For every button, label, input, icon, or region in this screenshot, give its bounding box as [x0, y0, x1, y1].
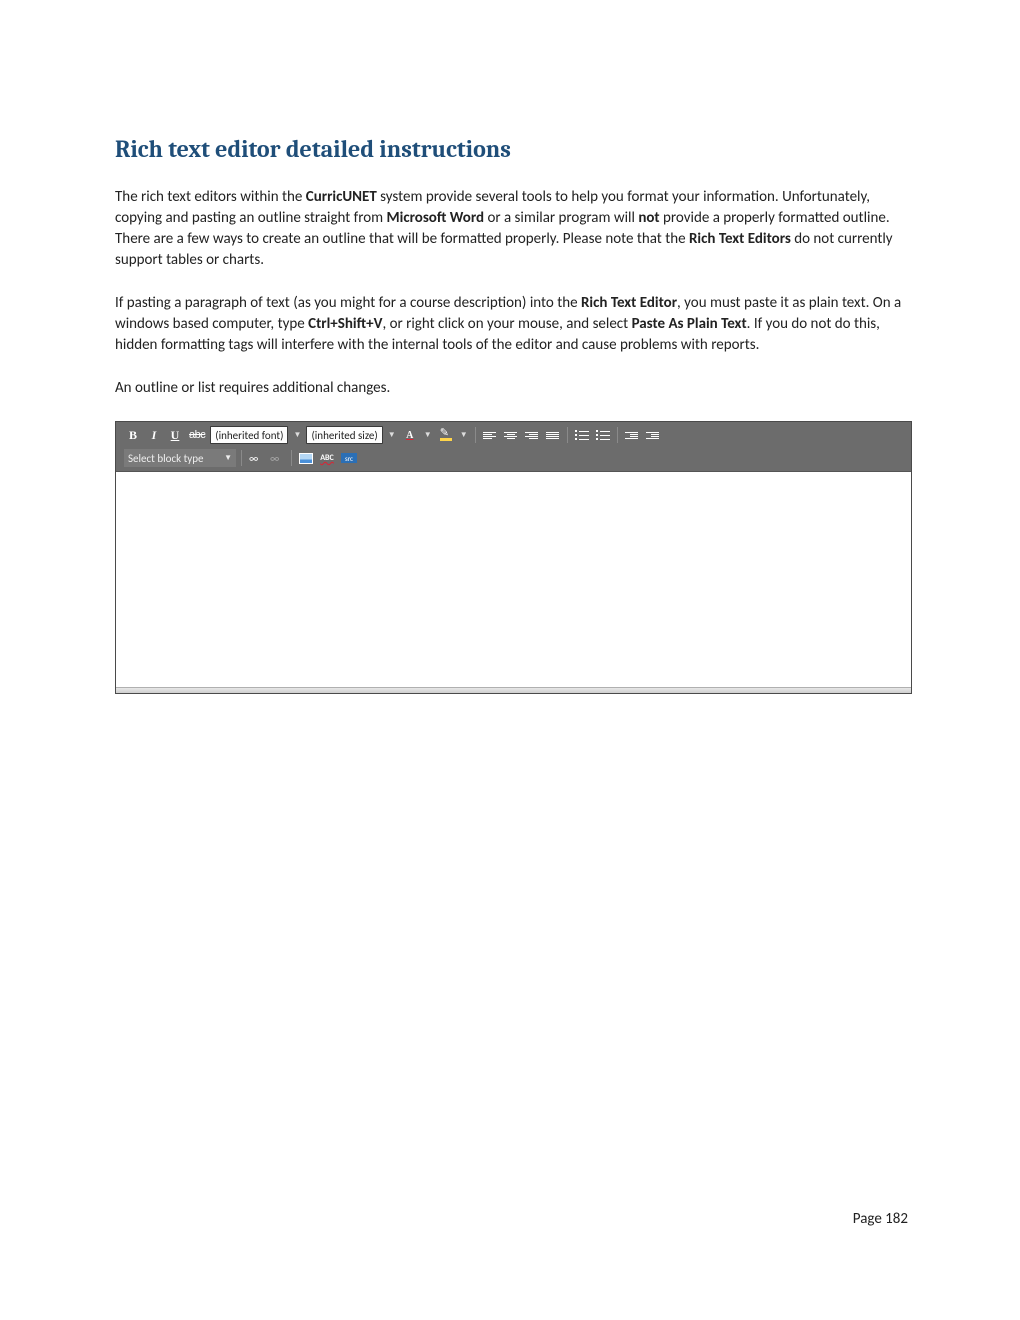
bold-not: not [638, 209, 659, 227]
font-family-select[interactable]: (inherited font) [210, 426, 288, 444]
highlight-icon [440, 429, 452, 441]
ordered-list-icon [596, 430, 610, 440]
page-title: Rich text editor detailed instructions [115, 135, 912, 163]
separator [241, 450, 242, 466]
intro-paragraph-1: The rich text editors within the CurricU… [115, 187, 912, 271]
text: If pasting a paragraph of text (as you m… [115, 294, 581, 312]
unlink-button[interactable] [268, 449, 286, 467]
text-color-dropdown-icon[interactable]: ▼ [422, 426, 434, 444]
outdent-button[interactable] [623, 426, 641, 444]
bold-paste-as-plain-text: Paste As Plain Text [632, 315, 747, 333]
text-color-icon: A [406, 430, 413, 441]
align-right-button[interactable] [523, 426, 541, 444]
font-size-select[interactable]: (inherited size) [306, 426, 382, 444]
bold-rich-text-editors: Rich Text Editors [689, 230, 791, 248]
intro-paragraph-3: An outline or list requires additional c… [115, 378, 912, 399]
bold-microsoft-word: Microsoft Word [387, 209, 485, 227]
align-left-icon [483, 432, 496, 439]
italic-button[interactable]: I [145, 426, 163, 444]
spellcheck-icon: ABC [320, 453, 334, 463]
text: The rich text editors within the [115, 188, 306, 206]
bold-ctrl-shift-v: Ctrl+Shift+V [308, 315, 382, 333]
image-icon [299, 453, 313, 464]
chevron-down-icon: ▼ [224, 453, 232, 463]
strikethrough-button[interactable]: abc [187, 426, 207, 444]
link-button[interactable] [247, 449, 265, 467]
rich-text-editor: B I U abc (inherited font) ▼ (inherited … [115, 421, 912, 694]
editor-toolbar: B I U abc (inherited font) ▼ (inherited … [116, 422, 911, 471]
bold-button[interactable]: B [124, 426, 142, 444]
separator [291, 450, 292, 466]
bold-curricunet: CurricUNET [306, 188, 377, 206]
separator [475, 427, 476, 443]
spellcheck-button[interactable]: ABC [318, 449, 336, 467]
ordered-list-button[interactable] [594, 426, 612, 444]
editor-content-area[interactable] [116, 471, 911, 687]
align-justify-icon [546, 432, 559, 439]
text: or a similar program will [484, 209, 638, 227]
separator [567, 427, 568, 443]
align-center-icon [504, 432, 517, 439]
separator [617, 427, 618, 443]
intro-paragraph-2: If pasting a paragraph of text (as you m… [115, 293, 912, 356]
block-type-select[interactable]: Select block type ▼ [124, 449, 236, 467]
unordered-list-icon [575, 430, 589, 440]
align-left-button[interactable] [481, 426, 499, 444]
bold-rich-text-editor: Rich Text Editor [581, 294, 677, 312]
source-button[interactable]: src [339, 449, 359, 467]
editor-resize-handle[interactable] [116, 687, 911, 693]
align-right-icon [525, 432, 538, 439]
unlink-icon [270, 452, 284, 464]
block-type-label: Select block type [128, 452, 204, 465]
align-center-button[interactable] [502, 426, 520, 444]
font-size-dropdown-icon[interactable]: ▼ [386, 426, 398, 444]
unordered-list-button[interactable] [573, 426, 591, 444]
underline-button[interactable]: U [166, 426, 184, 444]
page-number: Page 182 [853, 1210, 908, 1228]
indent-button[interactable] [644, 426, 662, 444]
align-justify-button[interactable] [544, 426, 562, 444]
highlight-dropdown-icon[interactable]: ▼ [458, 426, 470, 444]
image-button[interactable] [297, 449, 315, 467]
outdent-icon [625, 432, 638, 439]
link-icon [249, 452, 263, 464]
indent-icon [646, 432, 659, 439]
source-icon: src [341, 453, 357, 463]
text: , or right click on your mouse, and sele… [382, 315, 631, 333]
font-family-dropdown-icon[interactable]: ▼ [291, 426, 303, 444]
highlight-button[interactable] [437, 426, 455, 444]
text-color-button[interactable]: A [401, 426, 419, 444]
